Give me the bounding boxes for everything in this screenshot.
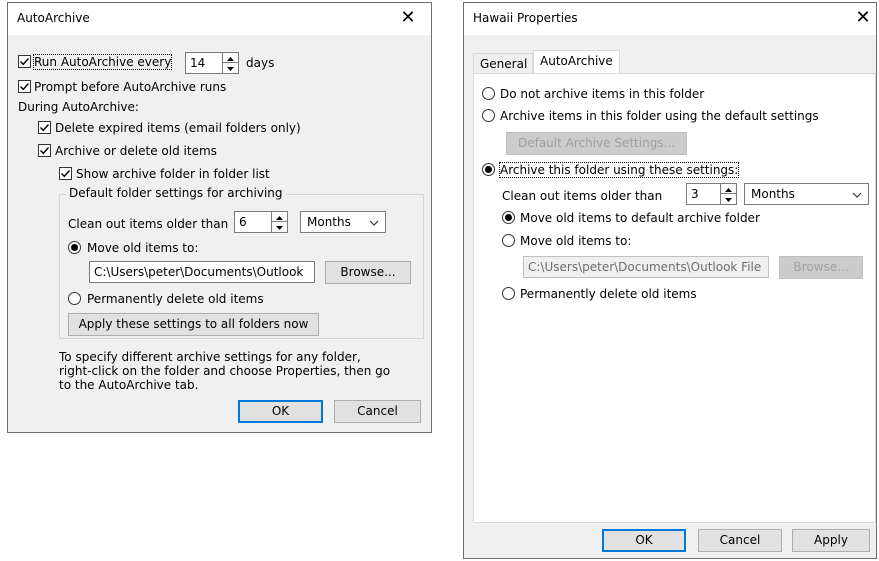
days-label: days [246, 56, 275, 70]
info-line-3: to the AutoArchive tab. [59, 378, 199, 392]
permanently-delete-label: Permanently delete old items [520, 287, 697, 301]
move-old-items-label: Move old items to: [87, 241, 199, 255]
archive-delete-checkbox[interactable] [38, 144, 51, 157]
properties-dialog: Hawaii Properties ✕ General AutoArchive … [463, 2, 877, 559]
move-old-items-label: Move old items to: [520, 234, 632, 248]
period-select-value: Months [307, 215, 351, 229]
chevron-down-icon [852, 189, 862, 203]
autoarchive-titlebar: AutoArchive ✕ [8, 3, 431, 35]
cancel-button[interactable]: Cancel [698, 529, 782, 552]
default-settings-label: Archive items in this folder using the d… [500, 109, 819, 123]
delete-expired-checkbox[interactable] [38, 121, 51, 134]
close-icon[interactable]: ✕ [850, 7, 876, 31]
info-line-2: right-click on the folder and choose Pro… [59, 364, 391, 378]
spin-up-icon[interactable] [721, 184, 736, 194]
cancel-button[interactable]: Cancel [334, 400, 421, 423]
spin-up-icon[interactable] [223, 53, 238, 63]
period-select[interactable]: Months [300, 211, 386, 233]
autoarchive-dialog: AutoArchive ✕ Run AutoArchive every 14 d… [7, 2, 432, 433]
delete-expired-label: Delete expired items (email folders only… [55, 121, 301, 135]
chevron-down-icon [369, 217, 379, 231]
run-autoarchive-checkbox[interactable] [18, 55, 31, 68]
permanently-delete-label: Permanently delete old items [87, 292, 264, 306]
browse-button[interactable]: Browse... [779, 256, 863, 279]
spin-down-icon[interactable] [272, 222, 287, 232]
clean-out-spinner[interactable] [720, 183, 737, 205]
period-select[interactable]: Months [744, 183, 869, 205]
archive-path-input[interactable]: C:\Users\peter\Documents\Outlook File [523, 256, 769, 278]
ok-button[interactable]: OK [602, 529, 686, 552]
period-select-value: Months [751, 187, 795, 201]
prompt-label: Prompt before AutoArchive runs [34, 80, 227, 94]
no-archive-label: Do not archive items in this folder [500, 87, 705, 101]
clean-out-label: Clean out items older than [68, 217, 229, 231]
permanently-delete-radio[interactable] [68, 292, 81, 305]
move-old-items-radio[interactable] [502, 234, 515, 247]
spin-down-icon[interactable] [721, 194, 736, 204]
these-settings-radio[interactable] [482, 163, 495, 176]
default-settings-radio[interactable] [482, 109, 495, 122]
prompt-checkbox[interactable] [18, 80, 31, 93]
show-archive-folder-label: Show archive folder in folder list [76, 167, 270, 181]
clean-out-input[interactable]: 6 [234, 211, 272, 233]
close-icon[interactable]: ✕ [395, 7, 421, 31]
clean-out-input[interactable]: 3 [686, 183, 721, 205]
autoarchive-title: AutoArchive [17, 11, 90, 25]
apply-to-all-folders-button[interactable]: Apply these settings to all folders now [68, 313, 319, 336]
archive-delete-label: Archive or delete old items [55, 144, 217, 158]
archive-path-input[interactable]: C:\Users\peter\Documents\Outlook [89, 261, 315, 283]
these-settings-label: Archive this folder using these settings… [498, 162, 740, 178]
tab-general[interactable]: General [473, 53, 533, 73]
ok-button[interactable]: OK [238, 400, 323, 423]
apply-button[interactable]: Apply [792, 529, 870, 552]
info-line-1: To specify different archive settings fo… [59, 350, 361, 364]
browse-button[interactable]: Browse... [325, 261, 411, 284]
default-archive-settings-button[interactable]: Default Archive Settings... [506, 132, 687, 155]
spin-up-icon[interactable] [272, 212, 287, 222]
move-default-folder-label: Move old items to default archive folder [520, 211, 760, 225]
properties-titlebar: Hawaii Properties ✕ [464, 3, 876, 35]
no-archive-radio[interactable] [482, 87, 495, 100]
spin-down-icon[interactable] [223, 63, 238, 73]
tab-general-label: General [480, 57, 528, 71]
default-settings-group-label: Default folder settings for archiving [66, 186, 286, 200]
run-every-days-input[interactable]: 14 [185, 52, 223, 74]
tab-autoarchive[interactable]: AutoArchive [533, 50, 620, 73]
move-old-items-radio[interactable] [68, 241, 81, 254]
permanently-delete-radio[interactable] [502, 287, 515, 300]
run-autoarchive-label: Run AutoArchive every [32, 54, 173, 70]
show-archive-folder-checkbox[interactable] [59, 167, 72, 180]
clean-out-spinner[interactable] [271, 211, 288, 233]
properties-title: Hawaii Properties [473, 11, 578, 25]
run-every-spinner[interactable] [222, 52, 239, 74]
clean-out-label: Clean out items older than [502, 189, 663, 203]
during-autoarchive-label: During AutoArchive: [18, 100, 139, 114]
move-default-folder-radio[interactable] [502, 211, 515, 224]
tab-autoarchive-label: AutoArchive [540, 54, 613, 68]
